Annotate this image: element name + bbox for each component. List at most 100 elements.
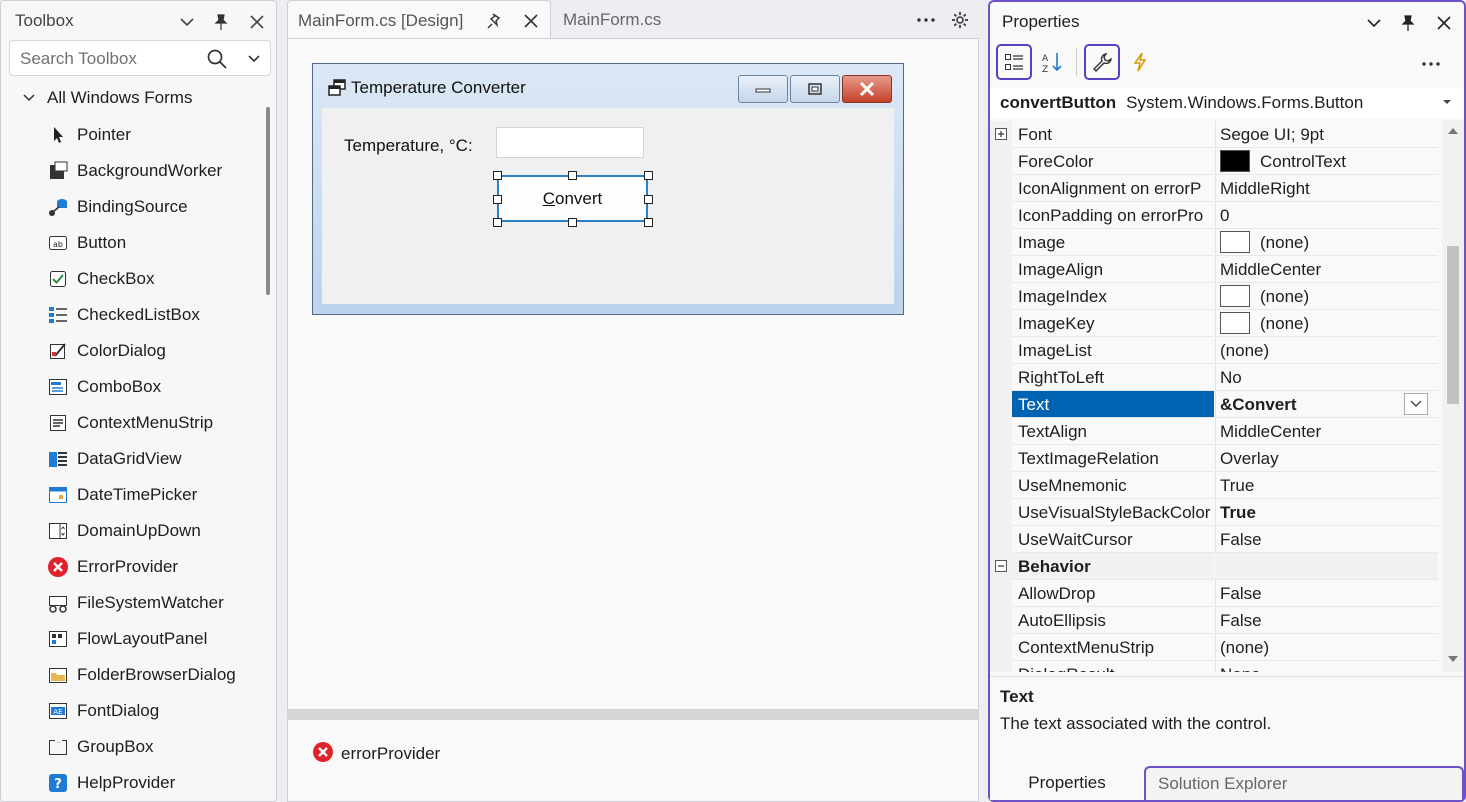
pin-icon[interactable]	[485, 11, 505, 31]
toolbox-item[interactable]: BackgroundWorker	[47, 153, 262, 189]
chevron-down-icon[interactable]	[1364, 13, 1384, 33]
more-options-icon[interactable]	[915, 10, 937, 30]
toolbox-item[interactable]: AE FontDialog	[47, 693, 262, 729]
property-row[interactable]: Text &Convert	[990, 391, 1438, 418]
property-value-cell[interactable]: MiddleCenter	[1215, 256, 1438, 283]
toolbox-item[interactable]: DomainUpDown	[47, 513, 262, 549]
scroll-up-icon[interactable]	[1447, 126, 1459, 136]
close-icon[interactable]	[1434, 13, 1454, 33]
property-value-cell[interactable]: MiddleCenter	[1215, 418, 1438, 445]
collapse-minus-icon[interactable]	[990, 553, 1012, 580]
form-close-button[interactable]	[842, 75, 892, 103]
resize-handle[interactable]	[568, 218, 577, 227]
resize-handle[interactable]	[644, 195, 653, 204]
search-options-chevron-icon[interactable]	[244, 48, 264, 68]
property-value-cell[interactable]: True	[1215, 499, 1438, 526]
property-value-cell[interactable]: (none)	[1215, 337, 1438, 364]
toolbox-item[interactable]: CheckBox	[47, 261, 262, 297]
expand-plus-icon[interactable]	[990, 121, 1012, 148]
toolbox-item[interactable]: ColorDialog	[47, 333, 262, 369]
property-value-cell[interactable]: Overlay	[1215, 445, 1438, 472]
property-row[interactable]: Image (none)	[990, 229, 1438, 256]
property-value-cell[interactable]: False	[1215, 526, 1438, 553]
toolbox-item[interactable]: DateTimePicker	[47, 477, 262, 513]
toolbox-item[interactable]: FileSystemWatcher	[47, 585, 262, 621]
pin-icon[interactable]	[211, 12, 231, 32]
resize-handle[interactable]	[568, 171, 577, 180]
toolbox-search-input[interactable]	[18, 47, 198, 71]
property-value-cell[interactable]: 0	[1215, 202, 1438, 229]
toolbox-item[interactable]: Pointer	[47, 117, 262, 153]
property-row[interactable]: AutoEllipsis False	[990, 607, 1438, 634]
toolbox-item[interactable]: .. GroupBox	[47, 729, 262, 765]
tab-mainform-code[interactable]: MainForm.cs	[563, 0, 661, 40]
property-value-cell[interactable]: (none)	[1215, 283, 1438, 310]
pin-icon[interactable]	[1398, 13, 1418, 33]
categorized-view-button[interactable]	[996, 44, 1032, 80]
property-value-cell[interactable]: False	[1215, 607, 1438, 634]
gear-icon[interactable]	[950, 10, 970, 30]
property-row[interactable]: ContextMenuStrip (none)	[990, 634, 1438, 661]
property-row[interactable]: ImageIndex (none)	[990, 283, 1438, 310]
convert-button[interactable]: Convert	[497, 175, 648, 222]
design-surface[interactable]: Temperature Converter Temperature, °C: C…	[287, 38, 979, 710]
toolbox-item[interactable]: CheckedListBox	[47, 297, 262, 333]
toolbox-scrollbar[interactable]	[266, 107, 270, 295]
property-row[interactable]: ImageList (none)	[990, 337, 1438, 364]
property-value-cell[interactable]: No	[1215, 364, 1438, 391]
property-value-cell[interactable]: &Convert	[1215, 391, 1438, 418]
property-row[interactable]: ForeColor ControlText	[990, 148, 1438, 175]
property-row[interactable]: RightToLeft No	[990, 364, 1438, 391]
toolbox-group-all-windows-forms[interactable]: All Windows Forms	[21, 87, 192, 109]
toolbox-item[interactable]: ComboBox	[47, 369, 262, 405]
properties-view-button[interactable]	[1084, 44, 1120, 80]
property-row[interactable]: IconPadding on errorPro 0	[990, 202, 1438, 229]
resize-handle[interactable]	[644, 218, 653, 227]
property-value-cell[interactable]: ControlText	[1215, 148, 1438, 175]
toolbox-item[interactable]: BindingSource	[47, 189, 262, 225]
property-category-row[interactable]: Behavior	[990, 553, 1438, 580]
property-row[interactable]: TextImageRelation Overlay	[990, 445, 1438, 472]
property-row[interactable]: ImageAlign MiddleCenter	[990, 256, 1438, 283]
property-grid-scrollbar[interactable]	[1442, 120, 1464, 672]
property-value-cell[interactable]: False	[1215, 580, 1438, 607]
property-row[interactable]: ImageKey (none)	[990, 310, 1438, 337]
toolbox-item[interactable]: ab Button	[47, 225, 262, 261]
property-value-cell[interactable]: None	[1215, 661, 1438, 672]
resize-handle[interactable]	[493, 218, 502, 227]
property-row[interactable]: TextAlign MiddleCenter	[990, 418, 1438, 445]
toolbox-item[interactable]: FlowLayoutPanel	[47, 621, 262, 657]
tray-component-errorprovider[interactable]: errorProvider	[312, 740, 440, 764]
object-selector[interactable]: convertButton System.Windows.Forms.Butto…	[990, 88, 1464, 118]
property-value-cell[interactable]: (none)	[1215, 229, 1438, 256]
toolbox-item[interactable]: FolderBrowserDialog	[47, 657, 262, 693]
toolbox-item[interactable]: ContextMenuStrip	[47, 405, 262, 441]
property-row[interactable]: AllowDrop False	[990, 580, 1438, 607]
resize-handle[interactable]	[493, 171, 502, 180]
tab-properties[interactable]: Properties	[990, 766, 1144, 800]
tab-solution-explorer[interactable]: Solution Explorer	[1144, 766, 1464, 800]
form-minimize-button[interactable]	[738, 75, 788, 103]
search-icon[interactable]	[206, 48, 228, 70]
temperature-input[interactable]	[496, 127, 644, 158]
toolbox-item[interactable]: ? HelpProvider	[47, 765, 262, 801]
chevron-down-icon[interactable]	[177, 12, 197, 32]
property-row[interactable]: IconAlignment on errorP MiddleRight	[990, 175, 1438, 202]
component-tray-splitter[interactable]	[287, 710, 979, 720]
property-row[interactable]: DialogResult None	[990, 661, 1438, 672]
property-row[interactable]: Font Segoe UI; 9pt	[990, 121, 1438, 148]
property-value-cell[interactable]: Segoe UI; 9pt	[1215, 121, 1438, 148]
tab-mainform-design[interactable]: MainForm.cs [Design]	[287, 0, 551, 40]
toolbox-item[interactable]: DataGridView	[47, 441, 262, 477]
property-row[interactable]: UseWaitCursor False	[990, 526, 1438, 553]
property-value-cell[interactable]: (none)	[1215, 310, 1438, 337]
close-icon[interactable]	[521, 11, 541, 31]
events-view-button[interactable]	[1122, 44, 1158, 80]
resize-handle[interactable]	[644, 171, 653, 180]
more-options-icon[interactable]	[1420, 54, 1442, 74]
resize-handle[interactable]	[493, 195, 502, 204]
property-value-cell[interactable]: (none)	[1215, 634, 1438, 661]
property-value-cell[interactable]: MiddleRight	[1215, 175, 1438, 202]
scroll-down-icon[interactable]	[1447, 654, 1459, 664]
toolbox-item[interactable]: ErrorProvider	[47, 549, 262, 585]
